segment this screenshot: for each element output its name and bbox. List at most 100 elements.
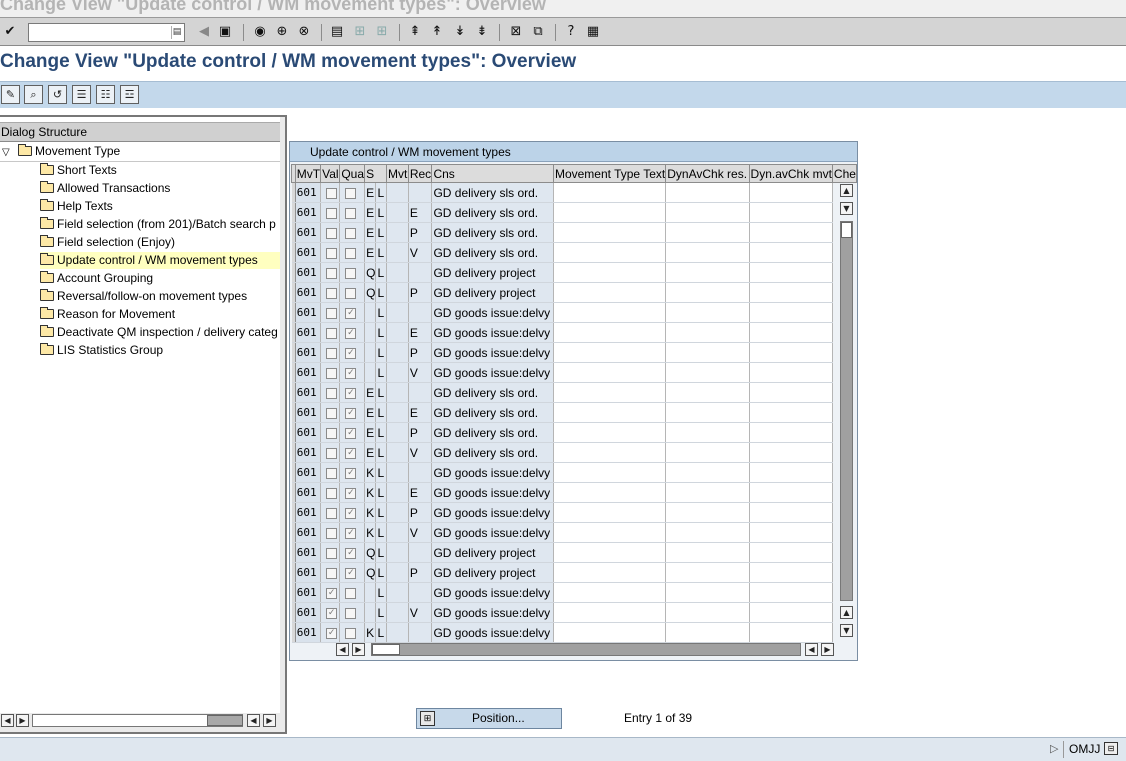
column-header[interactable]: Cns — [431, 164, 554, 183]
val-checkbox[interactable] — [326, 567, 338, 579]
tree-item[interactable]: Deactivate QM inspection / delivery cate… — [40, 324, 280, 341]
val-checkbox[interactable]: ✓ — [326, 587, 338, 599]
val-checkbox[interactable]: ✓ — [326, 607, 338, 619]
table-row[interactable]: 601 ✓ E L V GD delivery sls ord. — [291, 442, 858, 463]
val-checkbox[interactable] — [326, 227, 338, 239]
dyn-avchk-res-cell[interactable] — [553, 602, 667, 623]
column-header[interactable]: DynAvChk res. — [665, 164, 750, 183]
table-vertical-scrollbar[interactable]: ▲ ▼ ▲ ▼ — [839, 184, 855, 640]
table-row[interactable]: 601 ✓ E L GD delivery sls ord. — [291, 382, 858, 403]
dyn-avchk-mvt-cell[interactable] — [665, 202, 750, 223]
table-row[interactable]: 601 ✓ L V GD goods issue:delvy — [291, 362, 858, 383]
qua-checkbox[interactable] — [345, 207, 357, 219]
dyn-avchk-res-cell[interactable] — [553, 182, 667, 203]
scroll-right-end-icon[interactable]: ▶ — [821, 643, 834, 656]
cancel-icon[interactable]: ⊗ — [296, 24, 312, 40]
dyn-avchk-res-cell[interactable] — [553, 222, 667, 243]
scroll-thumb[interactable] — [841, 222, 852, 238]
scroll-page-down-icon[interactable]: ▼ — [840, 202, 853, 215]
dyn-avchk-res-cell[interactable] — [553, 522, 667, 543]
enter-icon[interactable]: ✔ — [2, 24, 18, 40]
dyn-avchk-res-cell[interactable] — [553, 502, 667, 523]
check-cell[interactable] — [749, 442, 833, 463]
val-checkbox[interactable] — [326, 487, 338, 499]
check-cell[interactable] — [749, 382, 833, 403]
check-cell[interactable] — [749, 402, 833, 423]
qua-checkbox[interactable]: ✓ — [345, 447, 357, 459]
position-button[interactable]: ⊞ Position... — [416, 708, 562, 729]
table-row[interactable]: 601 Q L P GD delivery project — [291, 282, 858, 303]
dyn-avchk-mvt-cell[interactable] — [665, 622, 750, 643]
dyn-avchk-res-cell[interactable] — [553, 622, 667, 643]
check-cell[interactable] — [749, 422, 833, 443]
check-cell[interactable] — [749, 242, 833, 263]
scroll-right-icon[interactable]: ▶ — [16, 714, 29, 727]
deselect-all-icon[interactable]: ☲ — [120, 85, 139, 104]
back-icon[interactable]: ◉ — [252, 24, 268, 40]
dyn-avchk-mvt-cell[interactable] — [665, 262, 750, 283]
tree-item[interactable]: Field selection (from 201)/Batch search … — [40, 216, 280, 233]
select-block-icon[interactable]: ☷ — [96, 85, 115, 104]
scroll-up-icon[interactable]: ▲ — [840, 184, 853, 197]
table-row[interactable]: 601 E L GD delivery sls ord. — [291, 182, 858, 203]
dyn-avchk-mvt-cell[interactable] — [665, 402, 750, 423]
print-icon[interactable]: ▤ — [329, 24, 345, 40]
qua-checkbox[interactable] — [345, 227, 357, 239]
dyn-avchk-mvt-cell[interactable] — [665, 542, 750, 563]
dyn-avchk-res-cell[interactable] — [553, 382, 667, 403]
table-row[interactable]: 601 ✓ K L P GD goods issue:delvy — [291, 502, 858, 523]
table-settings-icon[interactable] — [856, 164, 857, 183]
scroll-thumb[interactable] — [207, 715, 243, 726]
table-row[interactable]: 601 ✓ K L GD goods issue:delvy — [291, 622, 858, 643]
qua-checkbox[interactable]: ✓ — [345, 307, 357, 319]
val-checkbox[interactable] — [326, 387, 338, 399]
dyn-avchk-mvt-cell[interactable] — [665, 422, 750, 443]
dyn-avchk-mvt-cell[interactable] — [665, 302, 750, 323]
previous-page-icon[interactable]: ↟ — [429, 24, 445, 40]
select-all-icon[interactable]: ☰ — [72, 85, 91, 104]
table-row[interactable]: 601 E L V GD delivery sls ord. — [291, 242, 858, 263]
change-display-icon[interactable]: ✎ — [1, 85, 20, 104]
dyn-avchk-mvt-cell[interactable] — [665, 282, 750, 303]
details-icon[interactable]: ⌕ — [24, 85, 43, 104]
qua-checkbox[interactable] — [345, 187, 357, 199]
qua-checkbox[interactable]: ✓ — [345, 407, 357, 419]
tree-item[interactable]: Field selection (Enjoy) — [40, 234, 280, 251]
dyn-avchk-res-cell[interactable] — [553, 202, 667, 223]
scroll-track[interactable] — [371, 643, 801, 656]
qua-checkbox[interactable] — [345, 267, 357, 279]
dyn-avchk-res-cell[interactable] — [553, 282, 667, 303]
val-checkbox[interactable] — [326, 407, 338, 419]
save-icon[interactable]: ▣ — [217, 24, 233, 40]
qua-checkbox[interactable] — [345, 287, 357, 299]
scroll-track[interactable] — [840, 221, 853, 601]
exit-icon[interactable]: ⊕ — [274, 24, 290, 40]
table-row[interactable]: 601 ✓ L E GD goods issue:delvy — [291, 322, 858, 343]
check-cell[interactable] — [749, 502, 833, 523]
table-row[interactable]: 601 ✓ Q L P GD delivery project — [291, 562, 858, 583]
check-cell[interactable] — [749, 482, 833, 503]
qua-checkbox[interactable]: ✓ — [345, 487, 357, 499]
dyn-avchk-mvt-cell[interactable] — [665, 342, 750, 363]
undo-icon[interactable]: ↺ — [48, 85, 67, 104]
dyn-avchk-mvt-cell[interactable] — [665, 442, 750, 463]
last-page-icon[interactable]: ⇟ — [474, 24, 490, 40]
scroll-down-icon[interactable]: ▼ — [840, 624, 853, 637]
dyn-avchk-res-cell[interactable] — [553, 322, 667, 343]
dyn-avchk-res-cell[interactable] — [553, 362, 667, 383]
val-checkbox[interactable] — [326, 467, 338, 479]
scroll-left-end-icon[interactable]: ◀ — [805, 643, 818, 656]
check-cell[interactable] — [749, 462, 833, 483]
val-checkbox[interactable] — [326, 547, 338, 559]
column-header[interactable]: Mvt — [385, 164, 409, 183]
dyn-avchk-res-cell[interactable] — [553, 542, 667, 563]
dyn-avchk-mvt-cell[interactable] — [665, 482, 750, 503]
column-header[interactable]: MvT — [294, 164, 322, 183]
shortcut-icon[interactable]: ⧉ — [530, 24, 546, 40]
tree-item[interactable]: Short Texts — [40, 162, 280, 179]
dyn-avchk-mvt-cell[interactable] — [665, 222, 750, 243]
val-checkbox[interactable]: ✓ — [326, 627, 338, 639]
check-cell[interactable] — [749, 282, 833, 303]
status-expand-icon[interactable]: ▷ — [1050, 742, 1058, 755]
tree-item[interactable]: LIS Statistics Group — [40, 342, 280, 359]
